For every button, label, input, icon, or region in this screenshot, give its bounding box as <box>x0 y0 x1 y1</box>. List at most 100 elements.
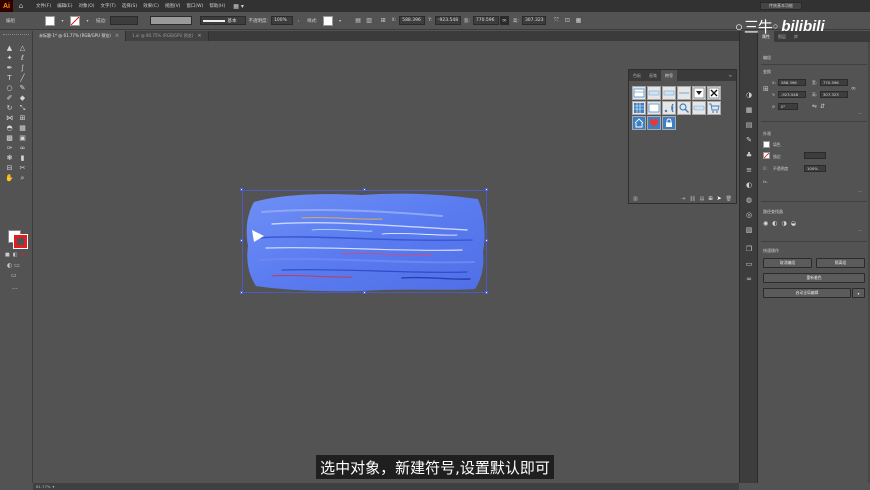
menu-window[interactable]: 窗口(W) <box>186 3 203 9</box>
free-transform-tool-icon[interactable]: ⊞ <box>16 113 29 123</box>
symbol-bar-icon[interactable] <box>662 86 676 100</box>
tab-document-1[interactable]: 未标题-1* @ 61.77% (RGB/GPU 预览) × <box>33 31 127 41</box>
symbol-heart-icon[interactable] <box>647 116 661 130</box>
symbol-dropdown-icon[interactable] <box>692 86 706 100</box>
symbol-table-icon[interactable] <box>632 86 646 100</box>
selection-tool-icon[interactable]: ▲ <box>3 43 16 53</box>
unite-icon[interactable]: ◉ <box>763 220 768 227</box>
color-icon[interactable]: ■ <box>5 252 10 258</box>
start-global-edit-button[interactable]: 启动全局编辑 <box>763 288 851 298</box>
delete-symbol-icon[interactable]: 🗑 <box>726 196 732 202</box>
eyedropper-tool-icon[interactable]: ✑ <box>3 143 16 153</box>
rotate-field[interactable]: 0° <box>778 103 798 110</box>
new-symbol-icon[interactable]: ⊞ <box>708 196 712 202</box>
props-w-field[interactable]: 770.596 <box>820 79 848 86</box>
tab-swatches[interactable]: 色板 <box>629 70 645 81</box>
rotate-tool-icon[interactable]: ↻ <box>3 103 16 113</box>
type-tool-icon[interactable]: T <box>3 73 16 83</box>
flip-horizontal-icon[interactable]: ⇋ <box>812 103 817 110</box>
fx-icon[interactable]: fx. <box>763 179 768 184</box>
menu-edit[interactable]: 编辑(E) <box>57 3 72 9</box>
symbol-rss-icon[interactable] <box>662 101 676 115</box>
menu-object[interactable]: 对象(O) <box>78 3 94 9</box>
menu-help[interactable]: 帮助(H) <box>209 3 225 9</box>
symbol-library-menu-icon[interactable]: ▥ <box>633 196 638 202</box>
arrange-icon[interactable]: ▦ <box>574 16 583 25</box>
isolate-icon[interactable]: ⊡ <box>563 16 572 25</box>
workspace-switcher[interactable]: 传统基本功能 <box>760 2 802 10</box>
exclude-icon[interactable]: ◒ <box>791 220 796 227</box>
symbol-line-icon[interactable] <box>677 86 691 100</box>
symbol-button-icon[interactable] <box>692 101 706 115</box>
shaper-tool-icon[interactable]: ✐ <box>3 93 16 103</box>
links-panel-icon[interactable]: ∞ <box>744 274 754 284</box>
magic-wand-tool-icon[interactable]: ✦ <box>3 53 16 63</box>
reference-point-icon[interactable]: ⊞ <box>379 16 388 25</box>
tab-symbols[interactable]: 符号 <box>661 70 677 81</box>
more-options-icon[interactable]: ··· <box>858 111 862 116</box>
draw-mode-icon[interactable]: ◐ ▭ <box>7 262 20 269</box>
variable-width-profile[interactable] <box>149 16 192 25</box>
layout-icon[interactable]: ▦ ▾ <box>233 3 244 10</box>
menu-type[interactable]: 文字(T) <box>101 3 116 9</box>
link-icon[interactable]: ∞ <box>499 16 509 25</box>
flip-vertical-icon[interactable]: ⇵ <box>820 103 825 110</box>
selection-handle[interactable] <box>485 239 488 242</box>
reference-point-icon[interactable]: ⊞ <box>763 85 769 93</box>
direct-selection-tool-icon[interactable]: △ <box>16 43 29 53</box>
minus-front-icon[interactable]: ◐ <box>772 220 777 227</box>
stroke-swatch[interactable] <box>70 15 80 26</box>
tab-brushes[interactable]: 画笔 <box>645 70 661 81</box>
place-symbol-icon[interactable]: ⇥ <box>681 196 685 202</box>
symbol-cart-icon[interactable] <box>707 101 721 115</box>
symbol-lock-icon[interactable] <box>662 116 676 130</box>
blend-tool-icon[interactable]: ∞ <box>16 143 29 153</box>
close-icon[interactable]: × <box>115 33 119 39</box>
line-tool-icon[interactable]: ╱ <box>16 73 29 83</box>
zoom-level[interactable]: 61.77% <box>36 484 50 489</box>
x-field[interactable]: 588.396 <box>399 16 426 25</box>
eraser-tool-icon[interactable]: ◆ <box>16 93 29 103</box>
opacity-field[interactable]: 100% <box>271 16 294 25</box>
lasso-tool-icon[interactable]: ℓ <box>16 53 29 63</box>
selection-handle[interactable] <box>485 291 488 294</box>
brushes-panel-icon[interactable]: ✎ <box>744 135 754 145</box>
symbol-grid-icon[interactable] <box>632 101 646 115</box>
w-field[interactable]: 770.596 <box>472 16 499 25</box>
h-field[interactable]: 307.323 <box>521 16 546 25</box>
scale-tool-icon[interactable]: ⤡ <box>16 103 29 113</box>
symbol-window-icon[interactable] <box>647 101 661 115</box>
home-icon[interactable]: ⌂ <box>16 0 26 12</box>
color-mode-icons[interactable]: ■ ◧ ⊘ <box>5 252 27 258</box>
toolbar-grip[interactable] <box>3 34 29 38</box>
fill-swatch[interactable] <box>763 141 770 148</box>
zoom-tool-icon[interactable]: ⌕ <box>16 173 29 183</box>
graphic-style-swatch[interactable] <box>322 15 333 26</box>
chevron-down-icon[interactable]: ▾ <box>336 16 345 25</box>
color-panel-icon[interactable]: ◑ <box>744 90 754 100</box>
chevron-down-icon[interactable]: ▾ <box>83 16 92 25</box>
artboard-tool-icon[interactable]: ⊟ <box>3 163 16 173</box>
menu-file[interactable]: 文件(F) <box>36 3 51 9</box>
slice-tool-icon[interactable]: ✂ <box>16 163 29 173</box>
link-icon[interactable]: ∞ <box>851 85 856 92</box>
symbol-sprayer-tool-icon[interactable]: ❃ <box>3 153 16 163</box>
layers-panel-icon[interactable]: ❐ <box>744 244 754 254</box>
chevron-right-icon[interactable]: › <box>294 16 303 25</box>
selection-handle[interactable] <box>240 188 243 191</box>
y-field[interactable]: -923.548 <box>434 16 461 25</box>
fill-swatch[interactable] <box>45 15 55 26</box>
symbol-search-icon[interactable] <box>677 101 691 115</box>
hand-tool-icon[interactable]: ✋ <box>3 173 16 183</box>
menu-effect[interactable]: 效果(C) <box>143 3 159 9</box>
ellipse-tool-icon[interactable]: ○ <box>3 83 16 93</box>
curvature-tool-icon[interactable]: ∫ <box>16 63 29 73</box>
intersect-icon[interactable]: ◑ <box>782 220 787 227</box>
symbols-panel-icon[interactable]: ♣ <box>744 150 754 160</box>
paintbrush-tool-icon[interactable]: ✎ <box>16 83 29 93</box>
close-icon[interactable]: × <box>197 33 201 39</box>
symbol-bar-icon[interactable] <box>647 86 661 100</box>
gradient-panel-icon[interactable]: ◐ <box>744 180 754 190</box>
chevron-down-icon[interactable]: ▾ <box>52 484 54 489</box>
symbol-home-icon[interactable] <box>632 116 646 130</box>
